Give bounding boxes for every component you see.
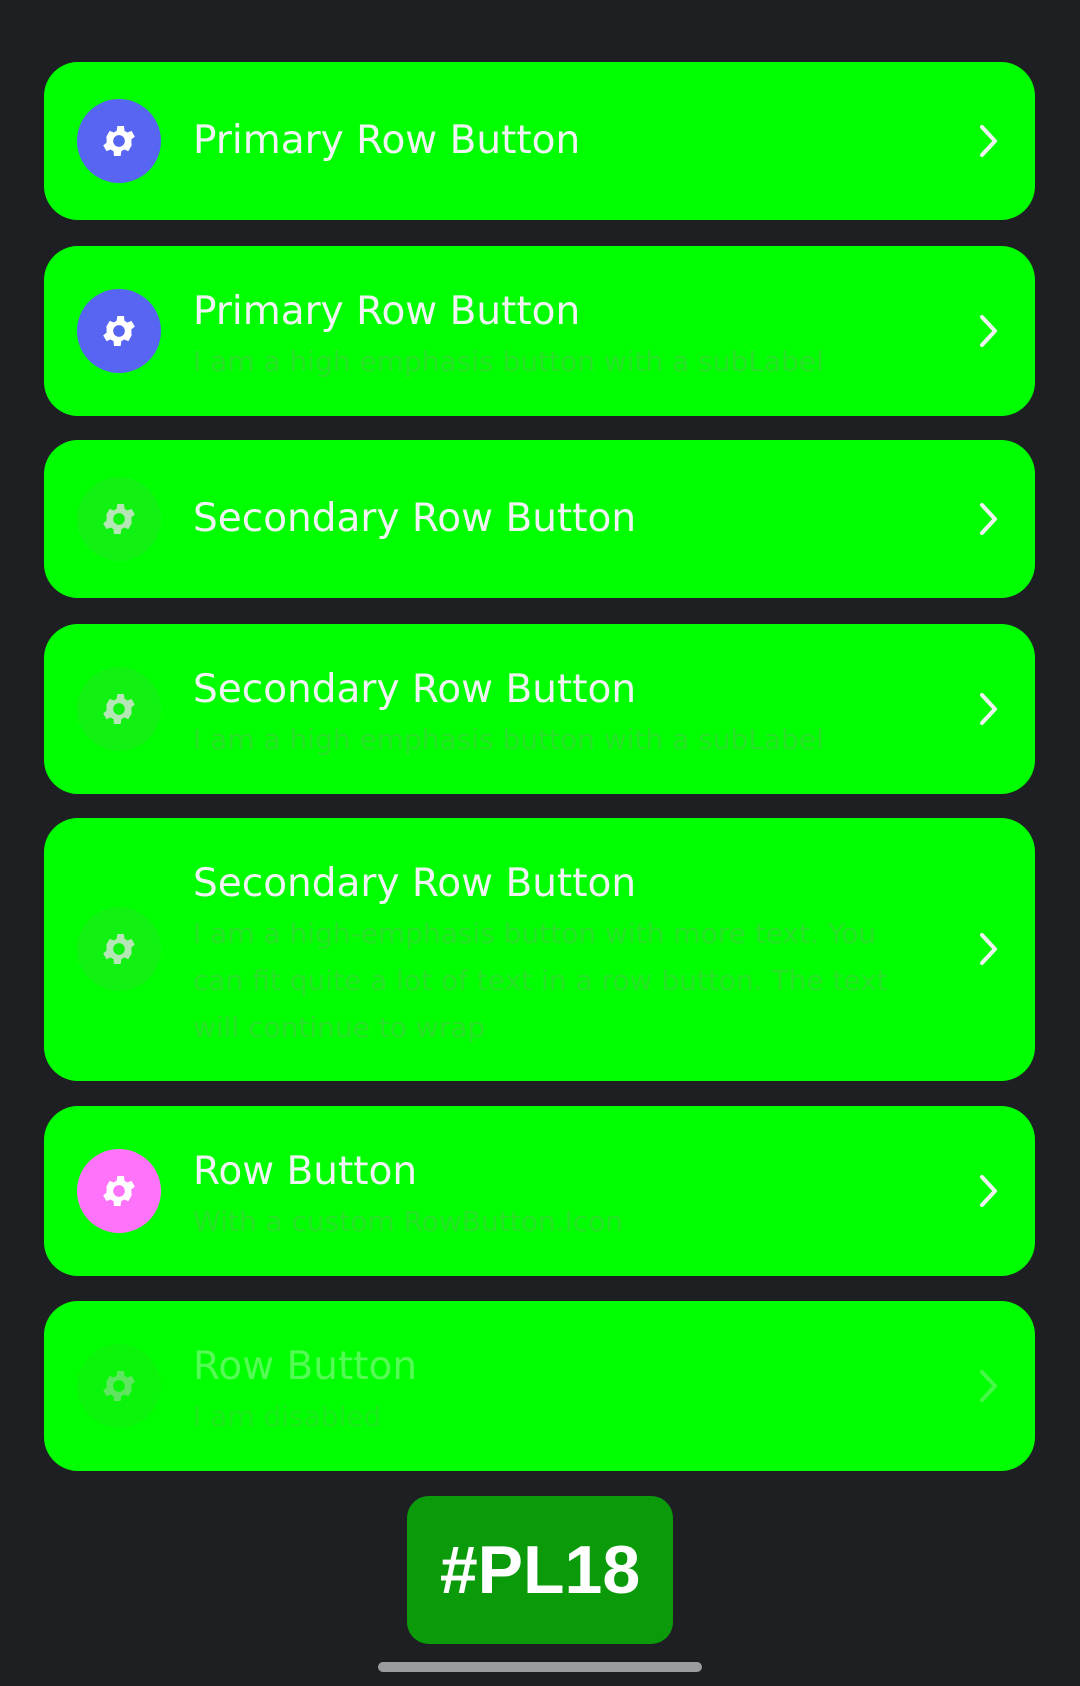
row-button-custom-icon[interactable]: Row Button With a custom RowButton.Icon [44, 1106, 1035, 1276]
row-button-primary[interactable]: Primary Row Button [44, 62, 1035, 220]
gear-icon [77, 667, 161, 751]
row-sublabel: I am a high emphasis button with a subLa… [193, 723, 824, 756]
home-indicator[interactable] [378, 1662, 702, 1672]
row-label: Primary Row Button [193, 289, 581, 334]
row-button-secondary[interactable]: Secondary Row Button [44, 440, 1035, 598]
gear-icon [77, 99, 161, 183]
chevron-right-icon [973, 1366, 1003, 1406]
gear-icon [77, 289, 161, 373]
row-button-primary-sublabel[interactable]: Primary Row Button I am a high emphasis … [44, 246, 1035, 416]
chevron-right-icon [973, 1171, 1003, 1211]
chevron-right-icon [973, 121, 1003, 161]
chevron-right-icon [973, 689, 1003, 729]
gear-icon [77, 907, 161, 991]
row-label: Primary Row Button [193, 118, 581, 163]
row-button-secondary-sublabel[interactable]: Secondary Row Button I am a high emphasi… [44, 624, 1035, 794]
chevron-right-icon [973, 929, 1003, 969]
chevron-right-icon [973, 311, 1003, 351]
gear-icon [77, 477, 161, 561]
gear-icon [77, 1344, 161, 1428]
chevron-right-icon [973, 499, 1003, 539]
row-sublabel: With a custom RowButton.Icon [193, 1205, 623, 1238]
row-button-secondary-long[interactable]: Secondary Row Button I am a high-emphasi… [44, 818, 1035, 1081]
row-label: Secondary Row Button [193, 667, 637, 712]
row-sublabel: I am a high-emphasis button with more te… [193, 917, 888, 1044]
row-label: Row Button [193, 1149, 418, 1194]
row-label: Secondary Row Button [193, 861, 637, 906]
row-label: Secondary Row Button [193, 496, 637, 541]
row-button-disabled: Row Button I am disabled [44, 1301, 1035, 1471]
row-sublabel: I am a high emphasis button with a subLa… [193, 345, 824, 378]
row-label: Row Button [193, 1344, 418, 1389]
row-sublabel: I am disabled [193, 1400, 382, 1433]
pl-badge: #PL18 [407, 1496, 673, 1644]
gear-icon [77, 1149, 161, 1233]
